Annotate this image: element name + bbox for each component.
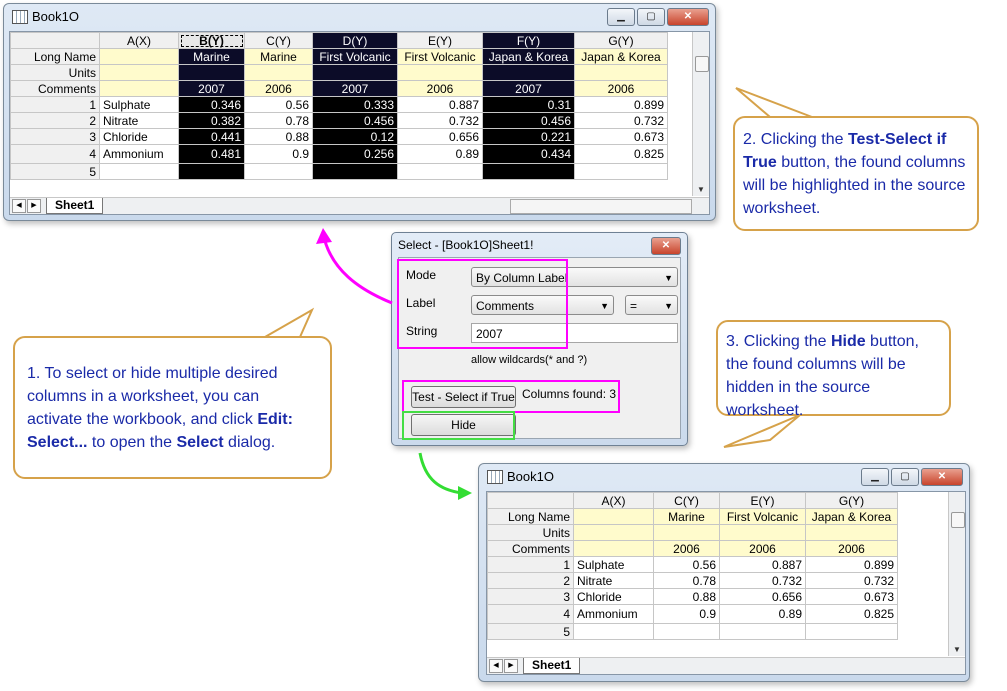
callout-1-bold-2: Select: [176, 434, 224, 451]
callout-1-text: 1. To select or hide multiple desired co…: [27, 365, 278, 428]
callout-3-bold: Hide: [830, 333, 866, 350]
callout-3: 3. Clicking the Hide button, the found c…: [716, 320, 951, 419]
callout-1-text-2: to open the: [87, 434, 177, 451]
callout-2-text-2: button, the found columns will be highli…: [743, 154, 966, 217]
callout-2-text: 2. Clicking the: [743, 131, 848, 148]
magenta-arrowhead: [316, 228, 332, 244]
magenta-arrow: [321, 232, 393, 305]
callout-1-tail: [261, 307, 315, 338]
callout-2: 2. Clicking the Test-Select if True butt…: [733, 116, 979, 231]
callout-1: 1. To select or hide multiple desired co…: [13, 336, 332, 479]
callout-1-text-3: dialog.: [223, 434, 276, 451]
callout-3-text: 3. Clicking the: [726, 333, 831, 350]
green-arrow: [418, 452, 463, 495]
green-arrowhead: [458, 486, 472, 500]
callout-2-tail: [735, 87, 813, 118]
